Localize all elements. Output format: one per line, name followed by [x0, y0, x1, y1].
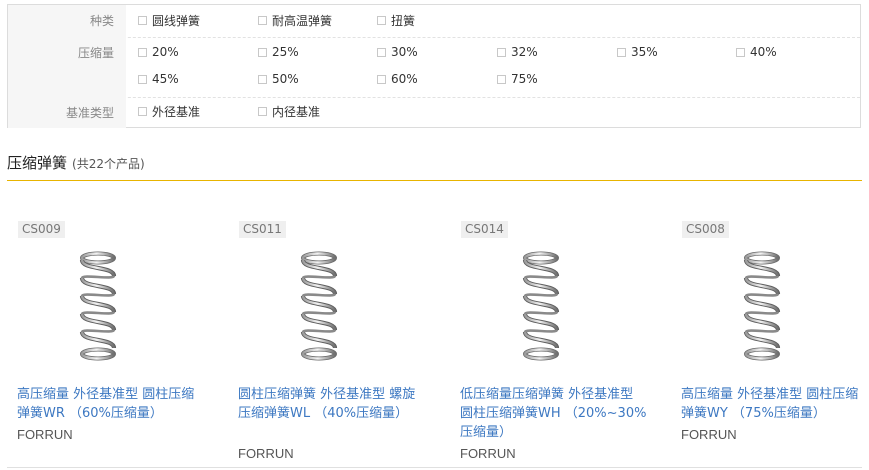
product-brand: FORRUN [460, 446, 516, 461]
checkbox[interactable] [258, 47, 267, 57]
checkbox[interactable] [258, 15, 267, 25]
filter-option-50[interactable]: 50% [258, 70, 299, 88]
product-title-link[interactable]: 低压缩量压缩弹簧 外径基准型 圆柱压缩弹簧WH （20%~30%压缩量） [460, 385, 650, 442]
option-label: 25% [272, 45, 299, 59]
filter-label-datum-type: 基准类型 [8, 97, 126, 128]
checkbox[interactable] [377, 74, 386, 84]
filter-option-25[interactable]: 25% [258, 43, 299, 61]
product-code: CS008 [682, 221, 729, 238]
filter-option-round-wire-spring[interactable]: 圆线弹簧 [138, 11, 200, 29]
filter-option-30[interactable]: 30% [377, 43, 418, 61]
checkbox[interactable] [258, 106, 267, 116]
option-label: 外径基准 [152, 104, 201, 119]
spring-image[interactable] [521, 250, 561, 365]
section-heading: 压缩弹簧 [7, 154, 68, 172]
checkbox[interactable] [497, 74, 506, 84]
product-brand: FORRUN [238, 446, 294, 461]
option-label: 50% [272, 72, 299, 86]
filter-option-35[interactable]: 35% [617, 43, 658, 61]
option-label: 30% [391, 45, 418, 59]
checkbox[interactable] [377, 15, 386, 25]
option-label: 75% [511, 72, 538, 86]
checkbox[interactable] [377, 47, 386, 57]
option-label: 圆线弹簧 [152, 13, 201, 28]
option-label: 32% [511, 45, 538, 59]
option-label: 40% [750, 45, 777, 59]
filter-option-40[interactable]: 40% [736, 43, 777, 61]
section-divider [7, 180, 862, 181]
filter-label-type: 种类 [8, 5, 126, 37]
option-label: 耐高温弹簧 [272, 13, 333, 28]
checkbox[interactable] [138, 74, 147, 84]
checkbox[interactable] [736, 47, 745, 57]
filter-option-60[interactable]: 60% [377, 70, 418, 88]
filter-option-20[interactable]: 20% [138, 43, 179, 61]
option-label: 60% [391, 72, 418, 86]
checkbox[interactable] [617, 47, 626, 57]
product-brand: FORRUN [17, 427, 73, 442]
filter-row-datum-type: 基准类型 外径基准 内径基准 [8, 97, 860, 128]
product-card[interactable]: CS009 高压缩量 外径基准型 圆柱压缩弹簧WR （60%压缩量） FORRU… [8, 220, 218, 470]
filter-panel: 种类 圆线弹簧 耐高温弹簧 扭簧 压缩量 20% 25% 30% 32% 35%… [7, 4, 861, 128]
product-code: CS014 [461, 221, 508, 238]
product-count: (共22个产品) [72, 157, 145, 171]
spring-image[interactable] [78, 250, 118, 365]
option-label: 20% [152, 45, 179, 59]
checkbox[interactable] [138, 106, 147, 116]
filter-row-compression: 压缩量 20% 25% 30% 32% 35% 40% 45% 50% 60% … [8, 37, 860, 98]
product-code: CS011 [239, 221, 286, 238]
section-title: 压缩弹簧 (共22个产品) [7, 152, 145, 173]
product-code: CS009 [18, 221, 65, 238]
filter-option-heat-resistant-spring[interactable]: 耐高温弹簧 [258, 11, 332, 29]
filter-option-torsion-spring[interactable]: 扭簧 [377, 11, 415, 29]
filter-option-inner-diameter[interactable]: 内径基准 [258, 102, 320, 120]
spring-image[interactable] [299, 250, 339, 365]
filter-option-45[interactable]: 45% [138, 70, 179, 88]
checkbox[interactable] [138, 47, 147, 57]
checkbox[interactable] [138, 15, 147, 25]
product-card[interactable]: CS011 圆柱压缩弹簧 外径基准型 螺旋压缩弹簧WL （40%压缩量） FOR… [229, 220, 439, 470]
filter-option-32[interactable]: 32% [497, 43, 538, 61]
option-label: 45% [152, 72, 179, 86]
filter-label-compression: 压缩量 [8, 37, 126, 97]
product-title-link[interactable]: 圆柱压缩弹簧 外径基准型 螺旋压缩弹簧WL （40%压缩量） [238, 385, 428, 423]
product-title-link[interactable]: 高压缩量 外径基准型 圆柱压缩弹簧WY （75%压缩量） [681, 385, 869, 423]
checkbox[interactable] [497, 47, 506, 57]
option-label: 35% [631, 45, 658, 59]
option-label: 内径基准 [272, 104, 321, 119]
checkbox[interactable] [258, 74, 267, 84]
filter-option-75[interactable]: 75% [497, 70, 538, 88]
spring-image[interactable] [742, 250, 782, 365]
bottom-divider [7, 467, 862, 468]
option-label: 扭簧 [391, 13, 416, 28]
product-title-link[interactable]: 高压缩量 外径基准型 圆柱压缩弹簧WR （60%压缩量） [17, 385, 207, 423]
filter-option-outer-diameter[interactable]: 外径基准 [138, 102, 200, 120]
product-card[interactable]: CS014 低压缩量压缩弹簧 外径基准型 圆柱压缩弹簧WH （20%~30%压缩… [451, 220, 661, 470]
product-card[interactable]: CS008 高压缩量 外径基准型 圆柱压缩弹簧WY （75%压缩量） FORRU… [672, 220, 869, 470]
product-brand: FORRUN [681, 427, 737, 442]
filter-row-type: 种类 圆线弹簧 耐高温弹簧 扭簧 [8, 5, 860, 38]
